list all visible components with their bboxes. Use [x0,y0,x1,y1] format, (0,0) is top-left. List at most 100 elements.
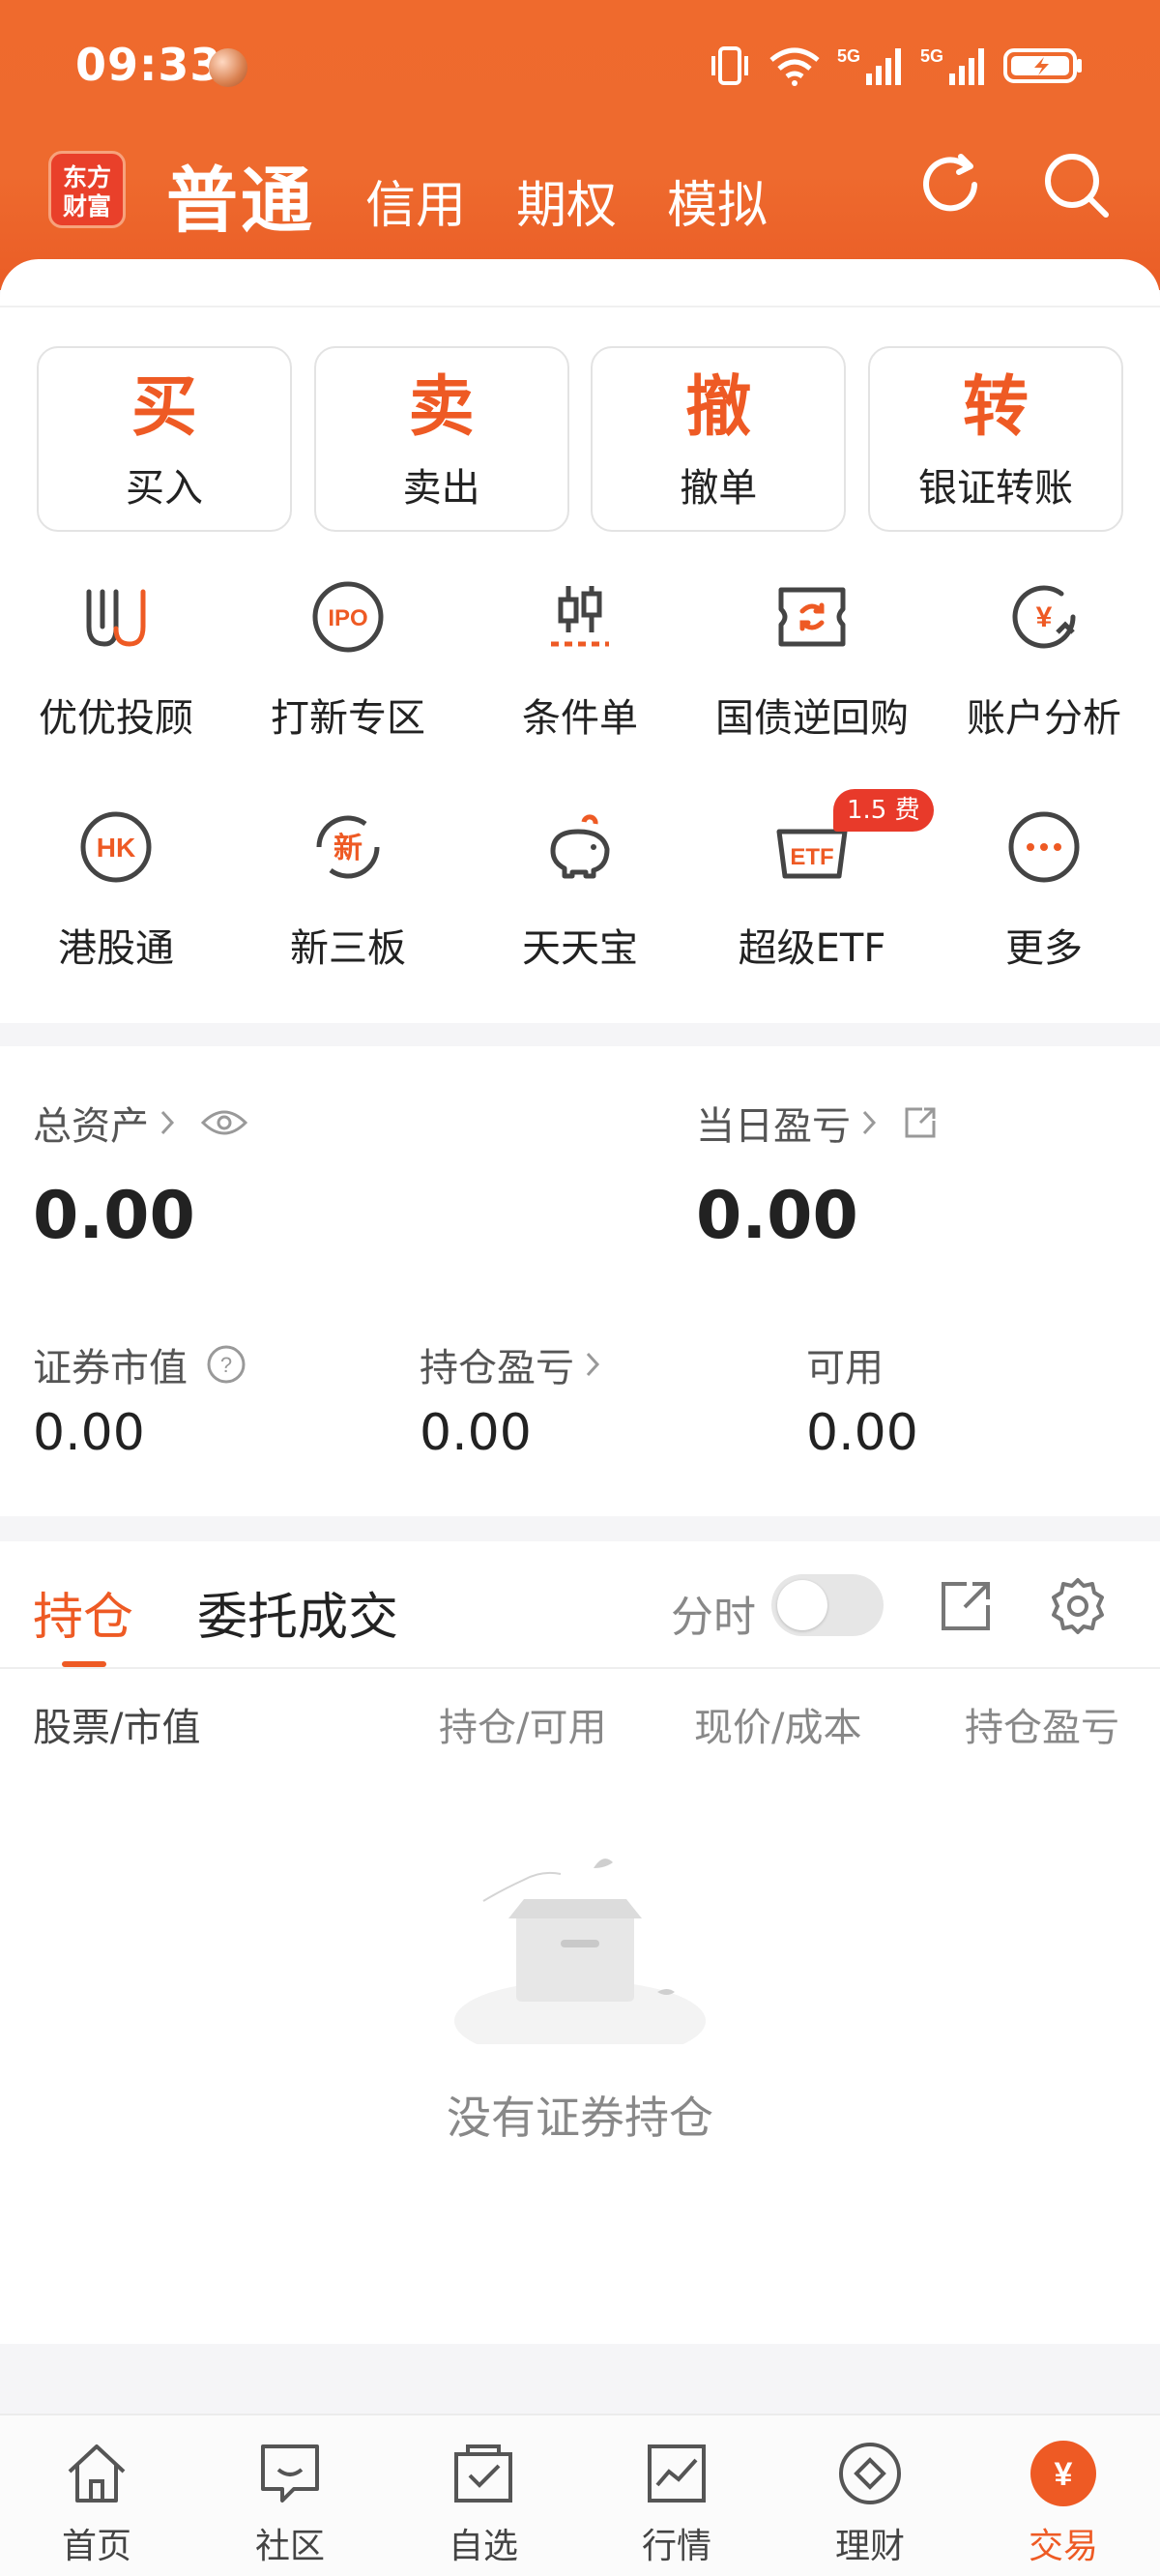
new-third-board-icon: 新 [316,815,380,879]
transfer-label: 银证转账 [917,466,1073,511]
grid-item-advisor[interactable]: 优优投顾 [0,569,232,799]
search-icon[interactable] [1040,149,1112,220]
nav-watchlist[interactable]: 自选 [387,2415,580,2576]
svg-text:?: ? [220,1353,232,1377]
grid-label: 超级ETF [738,926,886,971]
svg-text:5G: 5G [920,46,943,66]
grid-item-reverse-repo[interactable]: 国债逆回购 [696,569,928,799]
grid-item-hk-connect[interactable]: HK 港股通 [0,799,232,1029]
bottom-tab-bar: 首页 社区 自选 行情 理财 ¥ 交易 [0,2414,1160,2576]
market-value-label-group: 证券市值 ? [33,1336,247,1392]
intraday-toggle-label: 分时 [671,1593,756,1642]
header-actions [914,149,1112,220]
grid-item-account-analysis[interactable]: ¥ 账户分析 [928,569,1160,799]
total-assets-link[interactable]: 总资产 [33,1095,249,1151]
signal-5g-icon: 5G [837,46,901,85]
grid-label: 优优投顾 [39,696,193,741]
grid-item-tiantianbao[interactable]: 天天宝 [464,799,696,1029]
grid-item-condition-order[interactable]: 条件单 [464,569,696,799]
trade-icon: ¥ [1030,2441,1096,2506]
tab-simulation[interactable]: 模拟 [667,164,768,237]
grid-item-new-third-board[interactable]: 新 新三板 [232,799,464,1029]
logo-line-2: 财富 [62,192,111,220]
nav-wealth[interactable]: 理财 [773,2415,967,2576]
empty-box-illustration [454,1859,706,2044]
buy-button[interactable]: 买 买入 [37,346,292,532]
tab-options[interactable]: 期权 [516,164,617,237]
intraday-toggle[interactable] [771,1574,884,1636]
total-assets-label: 总资产 [33,1104,149,1149]
refresh-icon[interactable] [914,149,986,220]
buy-label: 买入 [126,466,203,511]
nav-home[interactable]: 首页 [0,2415,193,2576]
daily-pl-link[interactable]: 当日盈亏 [696,1095,940,1151]
bank-transfer-button[interactable]: 转 银证转账 [867,346,1123,532]
grid-label: 港股通 [58,926,174,971]
grid-item-super-etf[interactable]: 1.5 费 ETF 超级ETF [696,789,934,1029]
account-analysis-icon: ¥ [1012,585,1076,649]
condition-order-icon [551,586,609,647]
tab-holdings[interactable]: 持仓 [33,1576,133,1649]
fee-badge: 1.5 费 [833,789,934,832]
cancel-order-button[interactable]: 撤 撤单 [591,346,847,532]
ipo-icon: IPO [312,581,384,653]
eye-icon[interactable] [199,1105,249,1140]
sell-glyph: 卖 [408,369,475,446]
nav-market[interactable]: 行情 [580,2415,773,2576]
toggle-knob [777,1580,827,1630]
more-icon [1008,811,1080,883]
notification-dot-icon [209,48,247,87]
nav-label: 行情 [641,2527,711,2566]
column-header-stock: 股票/市值 [33,1696,200,1752]
market-value-label: 证券市值 [33,1346,188,1390]
transfer-glyph: 转 [962,369,1029,446]
nav-trade[interactable]: ¥ 交易 [967,2415,1160,2576]
battery-icon [1003,48,1082,83]
eastmoney-logo: 东方 财富 [48,151,126,228]
market-icon [648,2444,706,2503]
share-icon[interactable] [938,1578,994,1634]
tab-orders-trades[interactable]: 委托成交 [197,1576,398,1649]
divider [0,306,1160,307]
share-icon[interactable] [901,1103,940,1142]
sell-button[interactable]: 卖 卖出 [313,346,569,532]
tab-normal[interactable]: 普通 [166,143,315,247]
available-value: 0.00 [806,1404,918,1462]
wifi-icon [769,47,820,86]
grid-item-ipo[interactable]: IPO 打新专区 [232,569,464,799]
empty-state-text: 没有证券持仓 [447,2092,713,2144]
nav-community[interactable]: 社区 [193,2415,387,2576]
trade-page: 09:33 5G 5G 东方 财富 普通 信用 期权 模拟 买 买入 卖 卖出 … [0,0,1160,2576]
column-header-price: 现价/成本 [694,1706,862,1750]
piggy-bank-icon [550,814,610,879]
position-pl-value: 0.00 [420,1404,532,1462]
header: 09:33 5G 5G 东方 财富 普通 信用 期权 模拟 [0,0,1160,290]
new-board-icon-text: 新 [334,832,362,865]
status-bar: 09:33 5G 5G [75,39,1085,97]
grid-label: 打新专区 [271,696,425,741]
chevron-right-icon [160,1110,175,1135]
grid-label: 更多 [1005,926,1083,971]
status-time: 09:33 [75,39,222,91]
help-icon[interactable]: ? [205,1343,247,1386]
quick-actions: 买 买入 卖 卖出 撤 撤单 转 银证转账 [37,346,1123,532]
grid-item-more[interactable]: 更多 [928,799,1160,1029]
tab-credit[interactable]: 信用 [365,164,466,237]
position-pl-link[interactable]: 持仓盈亏 [420,1336,603,1392]
logo-line-1: 东方 [62,163,111,191]
column-header-pl: 持仓盈亏 [965,1706,1119,1750]
feature-grid: 优优投顾 IPO 打新专区 条件单 国债逆回购 ¥ 账户分析 HK 港股通 新 … [0,569,1160,1029]
cancel-glyph: 撤 [685,369,752,446]
available-label: 可用 [806,1346,884,1390]
grid-label: 条件单 [522,696,638,741]
nav-label: 理财 [834,2527,905,2566]
nav-label: 首页 [61,2527,131,2566]
nav-label: 自选 [448,2527,518,2566]
chevron-right-icon [586,1352,600,1377]
account-analysis-icon-text: ¥ [1036,601,1053,633]
trade-icon-text: ¥ [1055,2456,1073,2493]
positions-panel: 持仓 委托成交 分时 股票/市值 持仓/可用 现价/成本 持仓盈亏 没有证券持仓 [0,1541,1160,2344]
settings-gear-icon[interactable] [1048,1576,1108,1636]
status-icons: 5G 5G [708,41,1085,91]
column-header-holding: 持仓/可用 [439,1706,607,1750]
